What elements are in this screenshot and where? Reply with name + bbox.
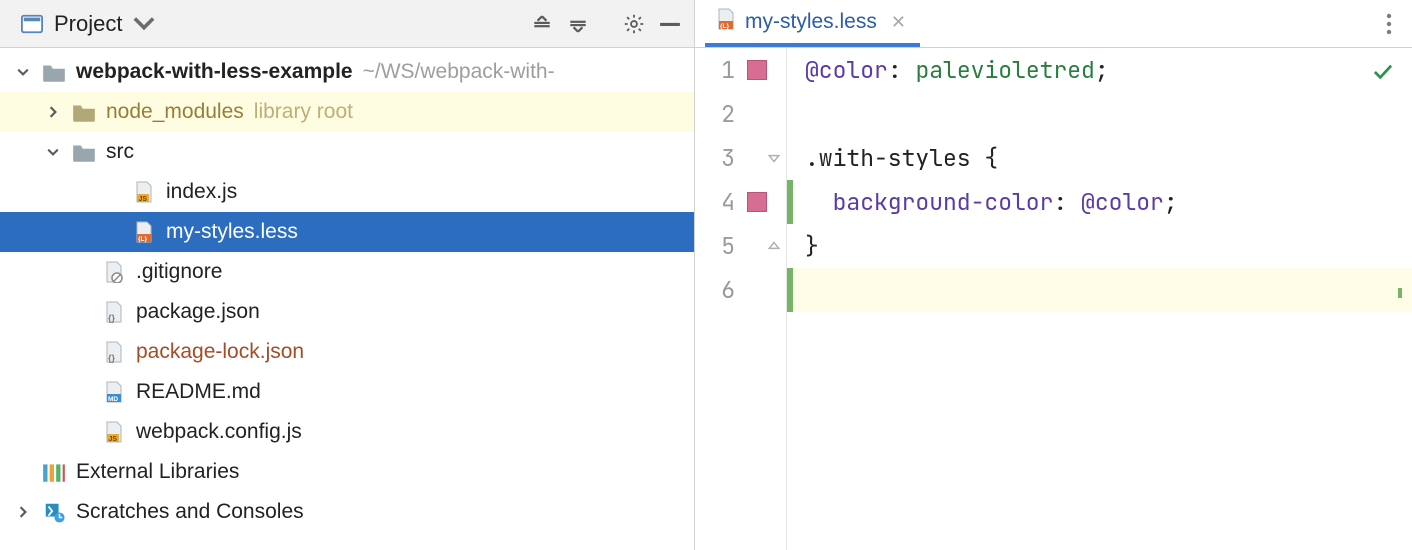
- gitignore-file-icon: [98, 261, 130, 283]
- vcs-change-marker[interactable]: [787, 268, 793, 312]
- svg-text:{}: {}: [108, 353, 116, 363]
- code-line-1[interactable]: @color: palevioletred;: [787, 48, 1412, 92]
- tree-node-webpack-config[interactable]: JS webpack.config.js: [0, 412, 694, 452]
- tree-aux-label: library root: [254, 100, 353, 124]
- code-line-2[interactable]: [787, 92, 1412, 136]
- settings-gear-icon[interactable]: [620, 10, 648, 38]
- tree-label: webpack.config.js: [136, 420, 302, 444]
- editor-tab-label: my-styles.less: [745, 10, 877, 34]
- svg-text:MD: MD: [108, 396, 118, 403]
- tree-node-external-libraries[interactable]: External Libraries: [0, 452, 694, 492]
- line-number: 1: [701, 55, 735, 85]
- svg-text:{L}: {L}: [720, 23, 730, 30]
- less-file-icon: {L}: [715, 8, 737, 36]
- editor-body: 1 2 3 4 5 6 @color: palevioletred; .with…: [695, 48, 1412, 550]
- svg-text:{}: {}: [108, 313, 116, 323]
- tree-root-path: ~/WS/webpack-with-: [363, 60, 555, 84]
- editor-tab-my-styles[interactable]: {L} my-styles.less ✕: [705, 1, 920, 47]
- folder-icon: [68, 101, 100, 123]
- project-panel-header: Project: [0, 0, 694, 48]
- external-libraries-icon: [38, 461, 70, 483]
- tree-node-project-root[interactable]: webpack-with-less-example ~/WS/webpack-w…: [0, 52, 694, 92]
- chevron-right-icon[interactable]: [14, 503, 32, 521]
- tree-label: package.json: [136, 300, 260, 324]
- line-number: 6: [701, 275, 735, 305]
- json-file-icon: {}: [98, 301, 130, 323]
- tree-node-gitignore[interactable]: .gitignore: [0, 252, 694, 292]
- code-area[interactable]: @color: palevioletred; .with-styles { ba…: [787, 48, 1412, 550]
- folder-icon: [68, 141, 100, 163]
- tree-node-node-modules[interactable]: node_modules library root: [0, 92, 694, 132]
- tree-node-src[interactable]: src: [0, 132, 694, 172]
- project-view-dropdown[interactable]: [130, 10, 158, 38]
- tree-label: External Libraries: [76, 460, 239, 484]
- editor-tab-more-icon[interactable]: [1376, 7, 1402, 47]
- code-line-4[interactable]: background-color: @color;: [787, 180, 1412, 224]
- project-panel-title: Project: [54, 11, 122, 37]
- error-stripe-marker[interactable]: [1398, 288, 1402, 298]
- project-tree[interactable]: webpack-with-less-example ~/WS/webpack-w…: [0, 48, 694, 550]
- expand-all-icon[interactable]: [528, 10, 556, 38]
- markdown-file-icon: MD: [98, 381, 130, 403]
- color-swatch-icon[interactable]: [747, 192, 767, 212]
- scratches-icon: [38, 501, 70, 523]
- json-file-icon: {}: [98, 341, 130, 363]
- close-tab-icon[interactable]: ✕: [891, 12, 906, 33]
- tree-node-scratches[interactable]: Scratches and Consoles: [0, 492, 694, 532]
- inspection-ok-icon[interactable]: [1372, 58, 1394, 88]
- chevron-down-icon[interactable]: [14, 63, 32, 81]
- tree-label: index.js: [166, 180, 237, 204]
- svg-text:JS: JS: [109, 436, 118, 443]
- code-line-3[interactable]: .with-styles {: [787, 136, 1412, 180]
- js-file-icon: JS: [98, 421, 130, 443]
- fold-end-icon[interactable]: [768, 240, 782, 252]
- fold-start-icon[interactable]: [768, 152, 782, 164]
- svg-text:JS: JS: [139, 196, 148, 203]
- tree-label: .gitignore: [136, 260, 222, 284]
- tree-label: my-styles.less: [166, 220, 298, 244]
- less-file-icon: {L}: [128, 221, 160, 243]
- chevron-down-icon[interactable]: [44, 143, 62, 161]
- line-number: 4: [701, 187, 735, 217]
- tree-label: webpack-with-less-example: [76, 60, 353, 84]
- svg-text:{L}: {L}: [138, 236, 148, 243]
- project-window-icon: [18, 10, 46, 38]
- code-line-6[interactable]: [787, 268, 1412, 312]
- tree-label: Scratches and Consoles: [76, 500, 304, 524]
- tree-node-readme[interactable]: MD README.md: [0, 372, 694, 412]
- tree-node-package-lock-json[interactable]: {} package-lock.json: [0, 332, 694, 372]
- chevron-right-icon[interactable]: [44, 103, 62, 121]
- tree-node-my-styles-less[interactable]: {L} my-styles.less: [0, 212, 694, 252]
- line-number: 5: [701, 231, 735, 261]
- hide-panel-icon[interactable]: [656, 10, 684, 38]
- editor: {L} my-styles.less ✕ 1 2 3 4 5 6: [695, 0, 1412, 550]
- folder-icon: [38, 61, 70, 83]
- line-number: 3: [701, 143, 735, 173]
- tree-label: src: [106, 140, 134, 164]
- tree-label: node_modules: [106, 100, 244, 124]
- line-number: 2: [701, 99, 735, 129]
- tree-label: package-lock.json: [136, 340, 304, 364]
- editor-tab-bar: {L} my-styles.less ✕: [695, 0, 1412, 48]
- tree-label: README.md: [136, 380, 261, 404]
- code-line-5[interactable]: }: [787, 224, 1412, 268]
- vcs-change-marker[interactable]: [787, 180, 793, 224]
- tree-node-package-json[interactable]: {} package.json: [0, 292, 694, 332]
- js-file-icon: JS: [128, 181, 160, 203]
- project-tool-window: Project webpack-with-less-: [0, 0, 695, 550]
- collapse-all-icon[interactable]: [564, 10, 592, 38]
- color-swatch-icon[interactable]: [747, 60, 767, 80]
- tree-node-index-js[interactable]: JS index.js: [0, 172, 694, 212]
- editor-gutter[interactable]: 1 2 3 4 5 6: [695, 48, 787, 550]
